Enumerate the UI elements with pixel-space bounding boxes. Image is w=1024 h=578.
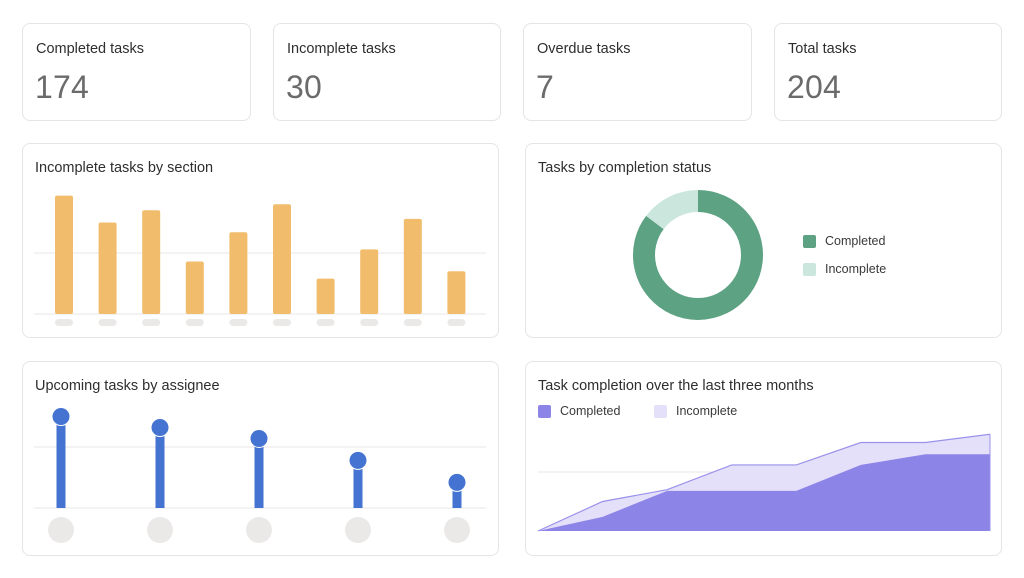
- stat-value: 174: [35, 69, 89, 105]
- panel-completion-status[interactable]: Tasks by completion status: [525, 143, 1002, 338]
- legend-item-incomplete: Incomplete: [654, 404, 737, 418]
- panel-upcoming-by-assignee[interactable]: Upcoming tasks by assignee: [22, 361, 499, 556]
- panel-title: Upcoming tasks by assignee: [35, 378, 220, 394]
- panel-title: Tasks by completion status: [538, 160, 712, 176]
- panel-completion-over-time[interactable]: Task completion over the last three mont…: [525, 361, 1002, 556]
- stat-card-completed[interactable]: Completed tasks 174: [22, 23, 251, 121]
- stat-value: 30: [286, 69, 322, 105]
- legend-label: Completed: [560, 404, 621, 418]
- legend-swatch-incomplete: [803, 262, 816, 276]
- legend-label: Completed: [825, 234, 886, 248]
- stat-value: 7: [536, 69, 554, 105]
- legend-item-incomplete: Incomplete: [803, 262, 886, 276]
- panel-incomplete-by-section[interactable]: Incomplete tasks by section: [22, 143, 499, 338]
- stat-value: 204: [787, 69, 841, 105]
- stat-label: Incomplete tasks: [287, 41, 396, 57]
- legend-item-completed: Completed: [538, 404, 620, 418]
- panel-title: Task completion over the last three mont…: [538, 378, 814, 394]
- panel-title: Incomplete tasks by section: [35, 160, 214, 176]
- legend-label: Incomplete: [825, 262, 887, 276]
- legend-item-completed: Completed: [803, 234, 885, 248]
- legend-swatch-completed: [538, 404, 551, 418]
- legend-swatch-incomplete: [654, 404, 667, 418]
- stat-card-incomplete[interactable]: Incomplete tasks 30: [273, 23, 501, 121]
- stat-label: Total tasks: [788, 41, 857, 57]
- stat-label: Overdue tasks: [537, 41, 631, 57]
- stat-card-total[interactable]: Total tasks 204: [774, 23, 1002, 121]
- legend-swatch-completed: [803, 234, 816, 248]
- stat-card-overdue[interactable]: Overdue tasks 7: [523, 23, 752, 121]
- legend-label: Incomplete: [676, 404, 738, 418]
- stat-label: Completed tasks: [36, 41, 144, 57]
